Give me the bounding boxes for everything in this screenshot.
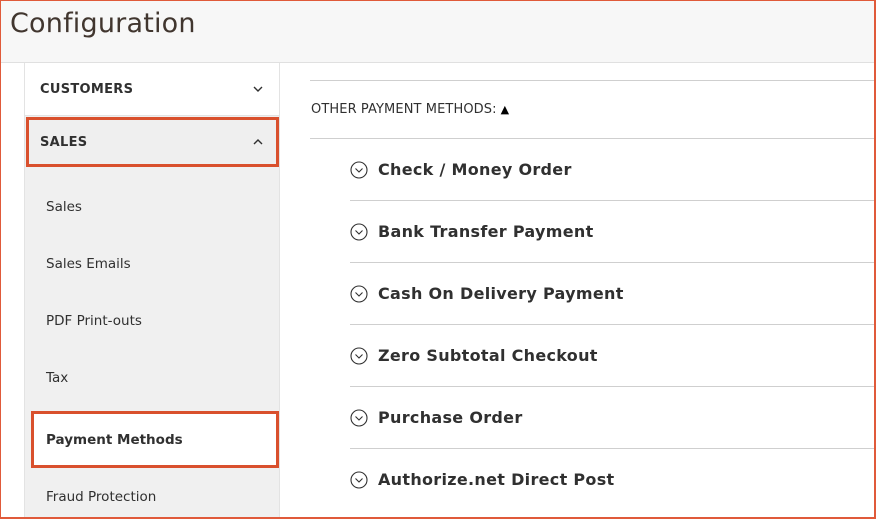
payment-method-check-money-order[interactable]: Check / Money Order [350,160,572,179]
payment-method-label: Purchase Order [378,408,523,427]
expand-circle-icon [350,160,368,179]
main-content: OTHER PAYMENT METHODS: ▲ Check / Money Or… [280,63,876,519]
divider [350,262,876,263]
sidebar-section-customers[interactable]: CUSTOMERS [25,63,279,116]
triangle-up-icon: ▲ [500,103,510,116]
payment-method-authorize-net[interactable]: Authorize.net Direct Post [350,470,614,489]
chevron-down-icon [253,86,263,92]
payment-method-purchase-order[interactable]: Purchase Order [350,408,523,427]
config-sidebar: CUSTOMERS SALES Sales Sales Emails PDF P… [24,63,280,519]
sidebar-section-sales[interactable]: SALES [25,117,279,167]
expand-circle-icon [350,284,368,303]
expand-circle-icon [350,222,368,241]
expand-circle-icon [350,346,368,365]
sidebar-item-payment-methods[interactable]: Payment Methods [46,432,183,448]
page-title: Configuration [10,8,196,39]
payment-method-label: Authorize.net Direct Post [378,470,615,489]
sidebar-item-pdf-printouts[interactable]: PDF Print-outs [46,313,142,329]
sidebar-item-fraud-protection[interactable]: Fraud Protection [46,489,156,505]
divider [310,138,876,139]
expand-circle-icon [350,470,368,489]
sidebar-item-tax[interactable]: Tax [46,370,68,386]
payment-method-label: Zero Subtotal Checkout [378,346,598,365]
group-label: OTHER PAYMENT METHODS: [311,102,497,117]
divider [310,80,876,81]
payment-method-label: Cash On Delivery Payment [378,284,624,303]
page-header: Configuration [0,0,876,63]
payment-method-label: Bank Transfer Payment [378,222,594,241]
other-payment-methods-toggle[interactable]: OTHER PAYMENT METHODS: ▲ [311,102,509,117]
payment-method-label: Check / Money Order [378,160,572,179]
divider [350,200,876,201]
payment-method-bank-transfer[interactable]: Bank Transfer Payment [350,222,594,241]
section-label: CUSTOMERS [40,81,134,97]
sidebar-item-sales-emails[interactable]: Sales Emails [46,256,131,272]
chevron-up-icon [253,139,263,145]
divider [350,448,876,449]
payment-method-zero-subtotal-checkout[interactable]: Zero Subtotal Checkout [350,346,598,365]
divider [350,324,876,325]
section-label: SALES [40,134,88,150]
sidebar-item-sales[interactable]: Sales [46,199,82,215]
expand-circle-icon [350,408,368,427]
divider [350,386,876,387]
payment-method-cash-on-delivery[interactable]: Cash On Delivery Payment [350,284,624,303]
